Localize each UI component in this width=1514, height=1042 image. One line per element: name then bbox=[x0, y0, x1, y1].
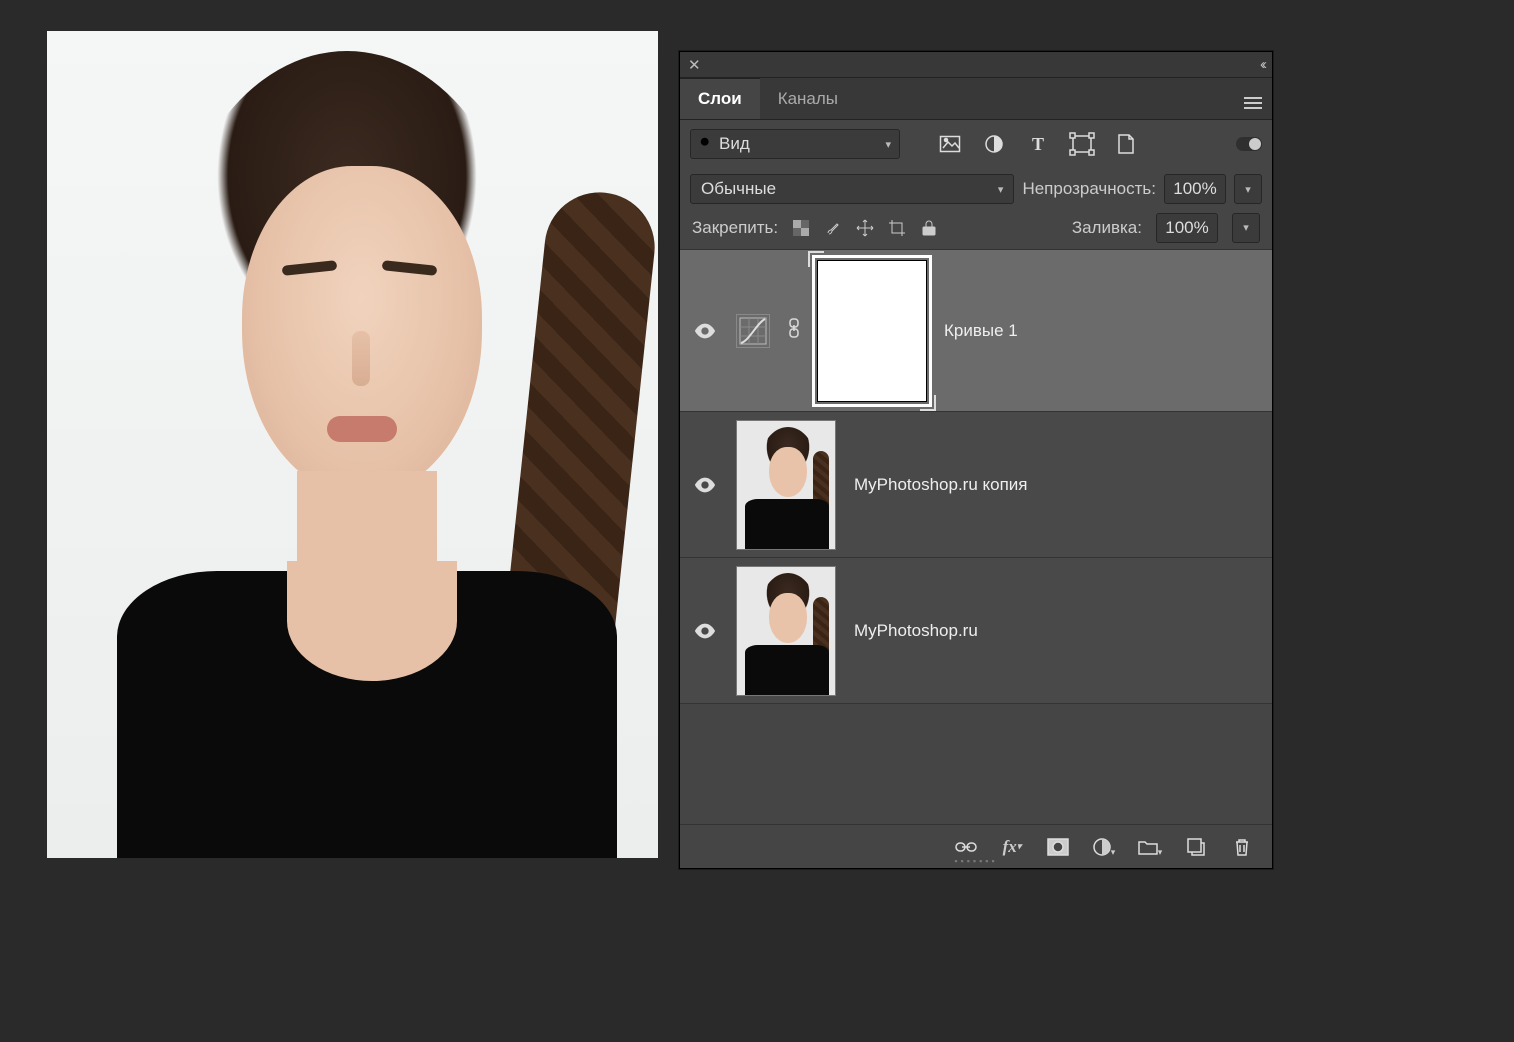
opacity-field[interactable]: 100% bbox=[1164, 174, 1226, 204]
layer-name: MyPhotoshop.ru bbox=[854, 621, 978, 641]
mask-link-icon[interactable] bbox=[788, 318, 800, 343]
layer-name: MyPhotoshop.ru копия bbox=[854, 475, 1028, 495]
layer-filter-row: Вид ▾ T bbox=[680, 120, 1272, 168]
layers-list: Кривые 1 MyPhotoshop.ru копия MyPhotosho… bbox=[680, 250, 1272, 704]
lock-all-icon[interactable] bbox=[920, 219, 938, 237]
trash-icon[interactable] bbox=[1232, 837, 1252, 857]
visibility-toggle[interactable] bbox=[692, 320, 718, 342]
curves-icon bbox=[736, 314, 770, 348]
layer-kind-label: Вид bbox=[719, 134, 750, 154]
opacity-value: 100% bbox=[1173, 179, 1216, 199]
link-icon[interactable] bbox=[956, 837, 976, 857]
fill-label: Заливка: bbox=[1072, 218, 1142, 238]
group-icon[interactable]: ▾ bbox=[1140, 837, 1160, 857]
move-icon[interactable] bbox=[856, 219, 874, 237]
search-icon bbox=[699, 136, 713, 153]
opacity-label: Непрозрачность: bbox=[1022, 179, 1156, 199]
layer-thumb[interactable] bbox=[736, 420, 836, 550]
filter-toggle[interactable] bbox=[1236, 137, 1262, 151]
layer-row[interactable]: Кривые 1 bbox=[680, 250, 1272, 412]
panel-footer: fx▾ ▾ ▾ ▪▪▪▪▪▪▪ bbox=[680, 824, 1272, 868]
mask-icon[interactable] bbox=[1048, 837, 1068, 857]
layer-row[interactable]: MyPhotoshop.ru bbox=[680, 558, 1272, 704]
layer-mask-thumb[interactable] bbox=[818, 261, 926, 401]
layer-thumb[interactable] bbox=[736, 566, 836, 696]
fill-stepper[interactable]: ▾ bbox=[1232, 213, 1260, 243]
lock-pixels-icon[interactable] bbox=[792, 219, 810, 237]
layer-name: Кривые 1 bbox=[944, 321, 1018, 341]
panel-tabs: Слои Каналы bbox=[680, 78, 1272, 120]
crop-icon[interactable] bbox=[888, 219, 906, 237]
document-canvas[interactable] bbox=[47, 31, 658, 858]
fx-icon[interactable]: fx▾ bbox=[1002, 837, 1022, 857]
tab-layers[interactable]: Слои bbox=[680, 78, 760, 119]
layer-row[interactable]: MyPhotoshop.ru копия bbox=[680, 412, 1272, 558]
visibility-toggle[interactable] bbox=[692, 620, 718, 642]
layers-panel: ✕ ‹‹ Слои Каналы Вид ▾ T bbox=[679, 51, 1273, 869]
tab-channels[interactable]: Каналы bbox=[760, 79, 856, 119]
chevron-down-icon: ▾ bbox=[998, 183, 1004, 196]
layer-kind-dropdown[interactable]: Вид ▾ bbox=[690, 129, 900, 159]
chevron-down-icon: ▾ bbox=[885, 138, 891, 151]
opacity-stepper[interactable]: ▾ bbox=[1234, 174, 1262, 204]
portrait-image bbox=[47, 31, 658, 858]
fill-field[interactable]: 100% bbox=[1156, 213, 1218, 243]
adjustment-layer-icon[interactable]: ▾ bbox=[1094, 837, 1114, 857]
blend-mode-row: Обычные ▾ Непрозрачность: 100% ▾ bbox=[680, 168, 1272, 210]
adjustment-icon[interactable] bbox=[984, 134, 1004, 154]
blend-mode-value: Обычные bbox=[701, 179, 776, 199]
type-icon[interactable]: T bbox=[1028, 134, 1048, 154]
visibility-toggle[interactable] bbox=[692, 474, 718, 496]
collapse-icon[interactable]: ‹‹ bbox=[1260, 56, 1264, 73]
lock-label: Закрепить: bbox=[692, 218, 778, 238]
panel-titlebar: ✕ ‹‹ bbox=[680, 52, 1272, 78]
close-icon[interactable]: ✕ bbox=[688, 56, 701, 74]
blend-mode-dropdown[interactable]: Обычные ▾ bbox=[690, 174, 1014, 204]
shape-icon[interactable] bbox=[1072, 134, 1092, 154]
lock-row: Закрепить: Заливка: 100% ▾ bbox=[680, 210, 1272, 250]
panel-menu-icon[interactable] bbox=[1244, 89, 1262, 109]
smartobject-icon[interactable] bbox=[1116, 134, 1136, 154]
image-icon[interactable] bbox=[940, 134, 960, 154]
new-layer-icon[interactable] bbox=[1186, 837, 1206, 857]
fill-value: 100% bbox=[1165, 218, 1208, 238]
brush-icon[interactable] bbox=[824, 219, 842, 237]
resize-grip[interactable]: ▪▪▪▪▪▪▪ bbox=[954, 856, 997, 866]
